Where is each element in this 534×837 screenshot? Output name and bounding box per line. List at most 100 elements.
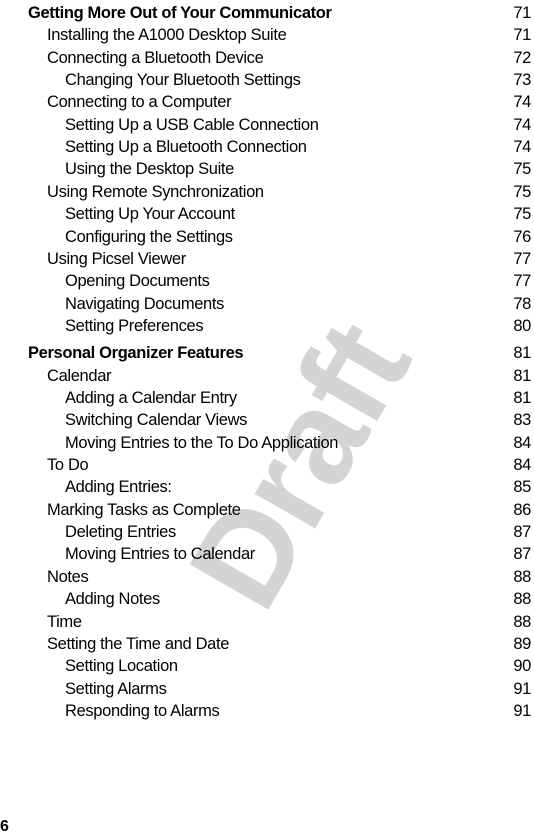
toc-section-entry[interactable]: Calendar 81 [0,361,531,386]
toc-entry-title: Changing Your Bluetooth Settings [65,71,301,90]
dot-leader [244,499,512,520]
toc-section-entry[interactable]: Connecting to a Computer 74 [0,87,531,113]
toc-entry-page-number: 91 [513,679,531,698]
toc-entry-title: Notes [47,567,89,586]
toc-section-entry[interactable]: Using Picsel Viewer 77 [0,244,531,269]
dot-leader [335,3,512,23]
toc-entry-page-number: 74 [513,138,531,157]
toc-subsection-entry[interactable]: Setting Location 90 [0,651,531,677]
dot-leader [228,293,512,314]
toc-subsection-entry[interactable]: Using the Desktop Suite 75 [0,154,531,180]
toc-subsection-entry[interactable]: Setting Alarms 91 [0,674,531,699]
toc-entry-title: Responding to Alarms [65,701,220,720]
toc-chapter-entry[interactable]: Getting More Out of Your Communicator 71 [0,0,531,23]
toc-entry-title: To Do [47,456,89,474]
toc-section-entry[interactable]: Using Remote Synchronization 75 [0,177,531,202]
toc-entry-page-number: 84 [513,433,531,452]
toc-subsection-entry[interactable]: Setting Up a USB Cable Connection 74 [0,110,531,135]
toc-subsection-entry[interactable]: Opening Documents 77 [0,266,531,292]
toc-subsection-entry[interactable]: Navigating Documents 78 [0,289,531,314]
toc-entry-title: Time [47,612,82,631]
toc-subsection-entry[interactable]: Deleting Entries 87 [0,517,531,543]
dot-leader [179,522,512,543]
toc-entry-title: Opening Documents [65,272,210,291]
toc-entry-page-number: 74 [513,93,531,112]
toc-section-entry[interactable]: Connecting a Bluetooth Device 72 [0,43,531,68]
toc-entry-page-number: 71 [513,4,531,22]
toc-entry-page-number: 86 [513,500,531,519]
toc-section-entry[interactable]: To Do 84 [0,450,531,475]
dot-leader [290,25,512,46]
toc-section-entry[interactable]: Notes 88 [0,562,531,587]
toc-subsection-entry[interactable]: Switching Calendar Views 83 [0,405,531,431]
toc-entry-title: Personal Organizer Features [28,344,244,363]
dot-leader [92,566,512,587]
toc-entry-title: Adding Notes [65,590,160,609]
toc-section-entry[interactable]: Marking Tasks as Complete 86 [0,495,531,520]
toc-entry-page-number: 88 [513,612,531,631]
toc-subsection-entry[interactable]: Changing Your Bluetooth Settings 73 [0,65,531,91]
toc-entry-title: Marking Tasks as Complete [47,500,241,519]
toc-entry-page-number: 77 [513,272,531,291]
toc-entry-page-number: 81 [513,389,531,407]
toc-entry-title: Configuring the Settings [65,227,233,246]
toc-subsection-entry[interactable]: Setting Preferences 80 [0,311,531,336]
dot-leader [115,365,512,386]
toc-entry-title: Adding Entries: [65,478,172,497]
toc-entry-page-number: 75 [513,205,531,224]
toc-entry-page-number: 88 [513,567,531,586]
dot-leader [237,159,512,180]
toc-section-entry[interactable]: Setting the Time and Date 89 [0,629,531,654]
toc-subsection-entry[interactable]: Setting Up a Bluetooth Connection 74 [0,132,531,158]
toc-entry-title: Setting Up a USB Cable Connection [65,115,319,134]
dot-leader [322,114,512,135]
toc-entry-page-number: 76 [513,227,531,246]
dot-leader [163,589,512,610]
toc-entry-page-number: 75 [513,160,531,179]
dot-leader [85,611,512,632]
dot-leader [240,388,512,408]
toc-entry-title: Using the Desktop Suite [65,160,234,179]
toc-subsection-entry[interactable]: Adding Entries: 85 [0,472,531,498]
dot-leader [213,271,512,292]
toc-entry-page-number: 81 [513,366,531,385]
toc-entry-page-number: 87 [513,545,531,564]
toc-entry-page-number: 85 [513,478,531,497]
dot-leader [175,477,512,498]
toc-entry-title: Adding a Calendar Entry [65,389,237,407]
toc-entry-title: Navigating Documents [65,294,224,313]
toc-entry-title: Setting Up Your Account [65,205,235,224]
dot-leader [251,410,512,431]
toc-entry-page-number: 80 [513,316,531,335]
dot-leader [92,455,512,475]
toc-entry-title: Switching Calendar Views [65,411,248,430]
toc-entry-page-number: 71 [513,26,531,45]
toc-entry-page-number: 88 [513,590,531,609]
dot-leader [223,700,512,721]
toc-section-entry[interactable]: Time 88 [0,607,531,632]
toc-entry-title: Moving Entries to the To Do Application [65,433,339,452]
toc-subsection-entry[interactable]: Configuring the Settings 76 [0,222,531,247]
toc-entry-title: Setting Location [65,657,178,676]
toc-subsection-entry[interactable]: Setting Up Your Account 75 [0,199,531,225]
toc-subsection-entry[interactable]: Moving Entries to the To Do Application 8… [0,428,531,453]
toc-subsection-entry[interactable]: Moving Entries to Calendar 87 [0,539,531,565]
toc-section-entry[interactable]: Installing the A1000 Desktop Suite 71 [0,20,531,46]
toc-entry-title: Connecting a Bluetooth Device [47,48,264,67]
toc-entry-title: Setting Preferences [65,316,204,335]
toc-chapter-entry[interactable]: Personal Organizer Features 81 [0,338,531,364]
dot-leader [233,633,512,654]
toc-entry-title: Using Picsel Viewer [47,249,186,268]
page-number: 6 [0,818,9,835]
toc-subsection-entry[interactable]: Adding Notes 88 [0,584,531,610]
dot-leader [267,181,512,202]
toc-subsection-entry[interactable]: Adding a Calendar Entry 81 [0,383,531,408]
toc-subsection-entry[interactable]: Responding to Alarms 91 [0,696,531,721]
toc-entry-page-number: 84 [513,456,531,474]
toc-entry-title: Connecting to a Computer [47,93,232,112]
toc-entry-page-number: 89 [513,634,531,653]
dot-leader [310,137,512,158]
dot-leader [342,432,512,453]
toc-entry-page-number: 77 [513,249,531,268]
toc-entry-page-number: 75 [513,182,531,201]
